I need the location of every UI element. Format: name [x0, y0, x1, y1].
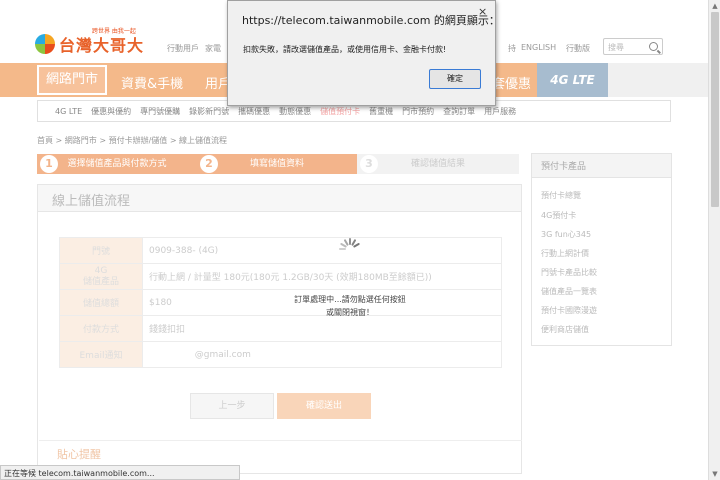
logo[interactable]: 台灣大哥大: [35, 32, 144, 56]
sidebar-item[interactable]: 行動上網計價: [541, 248, 589, 259]
row-key-number: 門號: [59, 237, 143, 264]
sidebar-item[interactable]: 4G預付卡: [541, 210, 576, 221]
subnav-item[interactable]: 攜碼優惠: [238, 106, 270, 117]
step-label: 選擇儲值產品與付款方式: [67, 159, 167, 169]
previous-step-button[interactable]: 上一步: [190, 393, 274, 419]
sidebar-item[interactable]: 儲值產品一覽表: [541, 286, 597, 297]
close-icon[interactable]: ×: [478, 5, 487, 18]
table-row: 付款方式 錢錢扣扣: [59, 315, 502, 342]
scroll-up-arrow-icon[interactable]: ▲: [709, 0, 720, 12]
table-row: Email通知 @gmail.com: [59, 341, 502, 368]
nav-item-offers[interactable]: 套優惠: [492, 73, 531, 92]
sidebar-item[interactable]: 便利商店儲值: [541, 324, 589, 335]
row-value-payment: 錢錢扣扣: [142, 315, 502, 342]
logo-text: 台灣大哥大: [59, 36, 145, 55]
ok-button[interactable]: 確定: [429, 69, 481, 89]
subnav-item[interactable]: 動態優惠: [279, 106, 311, 117]
loading-spinner-icon: [334, 230, 366, 252]
step-label: 確認儲值結果: [410, 159, 465, 169]
step-3: 3 確認儲值結果: [357, 154, 519, 174]
row-key-amount: 儲值總額: [59, 289, 143, 316]
search-placeholder: 搜尋: [608, 43, 624, 52]
table-row: 4G 儲值產品 行動上網 / 計量型 180元(180元 1.2GB/30天 (…: [59, 263, 502, 290]
nav-item-4g-lte[interactable]: 4G LTE: [537, 63, 608, 97]
dialog-title: https://telecom.taiwanmobile.com 的網頁顯示：: [242, 14, 500, 27]
subnav-item-prepaid-topup[interactable]: 儲值預付卡: [320, 106, 360, 117]
progress-steps: 1 選擇儲值產品與付款方式 2 填寫儲值資料 3 確認儲值結果: [37, 154, 519, 174]
scrollbar-thumb[interactable]: [711, 12, 719, 207]
step-1: 1 選擇儲值產品與付款方式: [37, 154, 197, 174]
subnav-item[interactable]: 舊重機: [369, 106, 393, 117]
sidebar-item[interactable]: 門號卡產品比較: [541, 267, 597, 278]
toplink-english[interactable]: ENGLISH: [521, 43, 556, 52]
subnav-item-4g-lte[interactable]: 4G LTE: [55, 107, 82, 116]
row-value-number: 0909-388- (4G): [142, 237, 502, 264]
toplink-home[interactable]: 家電: [205, 43, 221, 54]
subnav-item[interactable]: 專門號優購: [140, 106, 180, 117]
breadcrumb: 首頁 > 網路門市 > 預付卡辦辦/儲值 > 線上儲值流程: [37, 136, 228, 145]
divider: [39, 440, 522, 441]
subnav-item[interactable]: 優惠與優約: [91, 106, 131, 117]
status-bar: 正在等候 telecom.taiwanmobile.com...: [0, 465, 240, 480]
nav-item-plans-phones[interactable]: 資費&手機: [121, 73, 183, 92]
toplink-mobile-user[interactable]: 行動用戶: [167, 43, 199, 54]
processing-line-1: 訂單處理中...請勿點選任何按鈕: [294, 295, 406, 304]
subnav-item[interactable]: 用戶服務: [484, 106, 516, 117]
subnav-item[interactable]: 查詢訂單: [443, 106, 475, 117]
logo-icon: [35, 34, 55, 54]
alert-dialog: https://telecom.taiwanmobile.com 的網頁顯示： …: [227, 0, 500, 106]
row-key-payment: 付款方式: [59, 315, 143, 342]
row-value-product: 行動上網 / 計量型 180元(180元 1.2GB/30天 (效期180MB至…: [142, 263, 502, 290]
sidebar-item[interactable]: 3G fun心345: [541, 229, 591, 240]
dialog-message: 扣款失敗，請改選儲值產品，或使用信用卡、金融卡付款!: [243, 45, 447, 54]
nav-filler: [608, 63, 708, 97]
sidebar-item[interactable]: 預付卡總覽: [541, 190, 581, 201]
step-2: 2 填寫儲值資料: [197, 154, 357, 174]
subnav-item[interactable]: 錄影新門號: [189, 106, 229, 117]
row-key-email: Email通知: [59, 341, 143, 368]
vertical-scrollbar[interactable]: ▲ ▼: [708, 0, 720, 480]
sidebar-item[interactable]: 預付卡國際漫遊: [541, 305, 597, 316]
scroll-down-arrow-icon[interactable]: ▼: [709, 468, 720, 480]
browser-page: 跨世界 由我一起 台灣大哥大 行動用戶 家電 持 ENGLISH 行動版 搜尋 …: [0, 0, 720, 480]
nav-item-online-store[interactable]: 網路門市: [37, 65, 107, 95]
search-input[interactable]: 搜尋: [603, 38, 663, 55]
step-label: 填寫儲值資料: [249, 159, 304, 169]
panel-title: 線上儲值流程: [38, 185, 521, 212]
tips-title: 貼心提醒: [57, 448, 101, 461]
table-row: 門號 0909-388- (4G): [59, 237, 502, 264]
processing-line-2: 或關閉視窗！: [326, 308, 374, 317]
row-key-product: 4G 儲值產品: [59, 263, 143, 290]
toplink-mobile-version[interactable]: 行動版: [566, 43, 590, 54]
subnav-item[interactable]: 門市預約: [402, 106, 434, 117]
sidebar-title: 預付卡產品: [532, 154, 671, 178]
toplink-misc[interactable]: 持: [508, 43, 516, 54]
confirm-submit-button[interactable]: 確認送出: [277, 393, 371, 419]
search-icon[interactable]: [649, 42, 658, 51]
row-value-email: @gmail.com: [142, 341, 502, 368]
processing-message: 訂單處理中...請勿點選任何按鈕 或關閉視窗！: [250, 293, 450, 319]
sidebar-prepaid-products: 預付卡產品 預付卡總覽 4G預付卡 3G fun心345 行動上網計價 門號卡產…: [531, 153, 672, 346]
